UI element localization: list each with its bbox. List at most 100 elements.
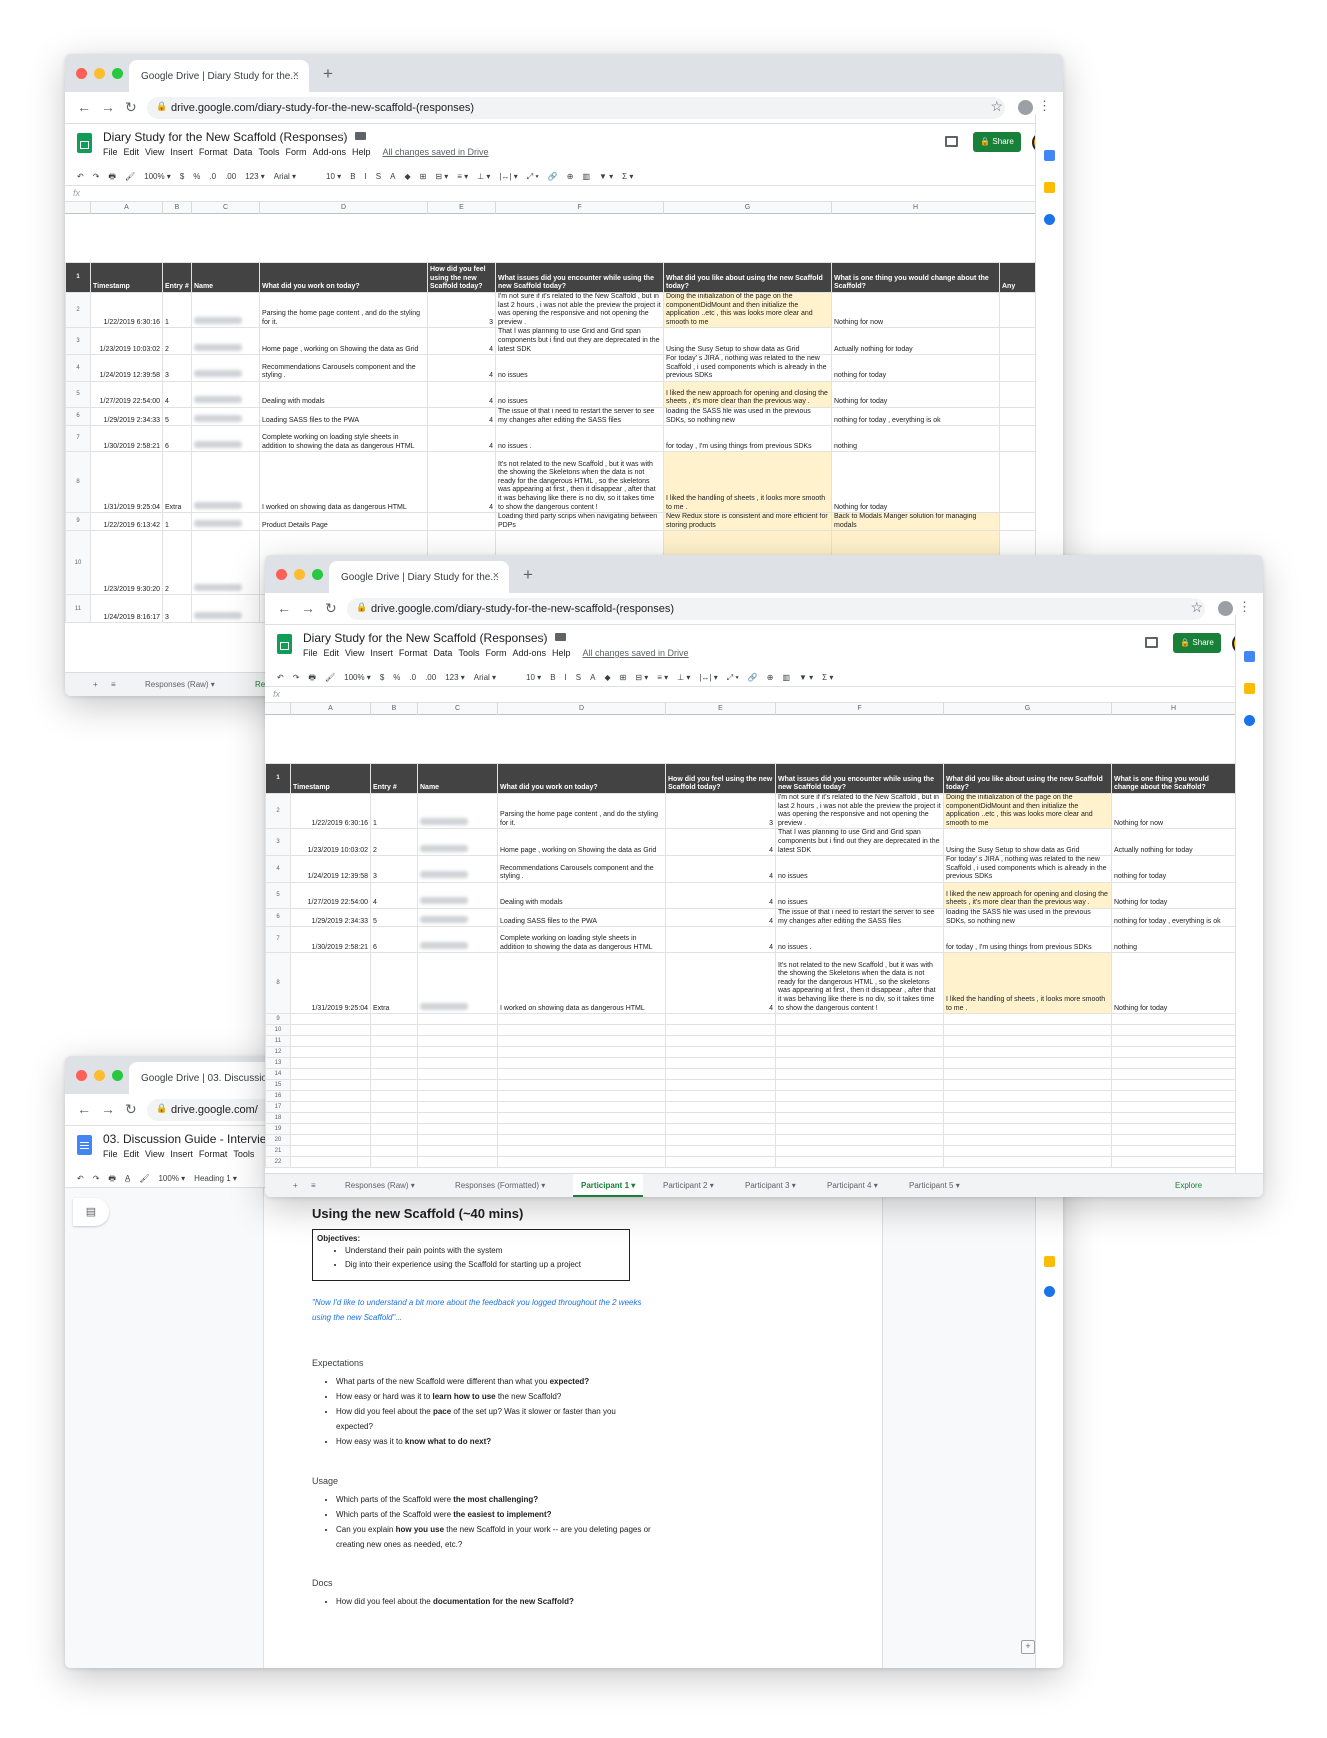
zoom-select[interactable]: 100% ▾ bbox=[344, 673, 371, 682]
feeling-cell[interactable]: 4 bbox=[427, 380, 496, 408]
timestamp-cell[interactable]: 1/30/2019 2:58:21 bbox=[290, 926, 371, 954]
liked-cell[interactable]: loading the SASS file was used in the pr… bbox=[663, 406, 832, 427]
sheets-logo-icon[interactable] bbox=[277, 634, 292, 654]
col-d[interactable]: D bbox=[259, 202, 427, 214]
empty-cell[interactable] bbox=[943, 1156, 1112, 1169]
liked-cell[interactable]: Doing the initialization of the page on … bbox=[943, 792, 1112, 830]
row-number[interactable]: 5 bbox=[265, 881, 291, 909]
header-cell[interactable]: How did you feel using the new Scaffold … bbox=[427, 262, 496, 293]
issues-cell[interactable]: no issues bbox=[775, 855, 944, 883]
empty-cell[interactable] bbox=[417, 1101, 498, 1114]
sheet-tab-participant-5[interactable]: Participant 5 ▾ bbox=[909, 1181, 960, 1190]
entry-cell[interactable]: 2 bbox=[162, 327, 192, 356]
feeling-cell[interactable]: 3 bbox=[665, 792, 776, 830]
url-field[interactable]: 🔒 drive.google.com/diary-study-for-the-ne… bbox=[147, 97, 1005, 119]
row-number[interactable]: 10 bbox=[265, 1024, 291, 1037]
header-cell[interactable]: What did you like about using the new Sc… bbox=[663, 262, 832, 293]
col-h[interactable]: H bbox=[831, 202, 999, 214]
empty-cell[interactable] bbox=[290, 1134, 371, 1147]
name-cell[interactable] bbox=[417, 828, 498, 857]
close-tab-icon[interactable]: × bbox=[293, 69, 299, 81]
empty-cell[interactable] bbox=[665, 1101, 776, 1114]
browser-tab[interactable]: Google Drive | Diary Study for the... × bbox=[129, 60, 309, 92]
empty-cell[interactable] bbox=[943, 1112, 1112, 1125]
issues-cell[interactable]: The issue of that i need to restart the … bbox=[775, 907, 944, 928]
file-title[interactable]: Diary Study for the New Scaffold (Respon… bbox=[303, 631, 548, 645]
col-a[interactable]: A bbox=[90, 202, 162, 214]
work-cell[interactable]: Dealing with modals bbox=[259, 380, 428, 408]
menu-tools[interactable]: Tools bbox=[258, 147, 279, 157]
empty-cell[interactable] bbox=[943, 1145, 1112, 1158]
file-title[interactable]: Diary Study for the New Scaffold (Respon… bbox=[103, 130, 348, 144]
empty-cell[interactable] bbox=[665, 1024, 776, 1037]
empty-cell[interactable] bbox=[775, 1068, 944, 1081]
change-cell[interactable]: Nothing for today bbox=[831, 451, 1000, 514]
print-icon[interactable]: 🖶 bbox=[308, 673, 316, 682]
valign-icon[interactable]: ⊥ ▾ bbox=[677, 673, 690, 682]
empty-cell[interactable] bbox=[370, 1079, 418, 1092]
col-e[interactable]: E bbox=[665, 703, 775, 715]
timestamp-cell[interactable]: 1/23/2019 10:03:02 bbox=[90, 327, 163, 356]
browser-tab[interactable]: Google Drive | Diary Study for the... × bbox=[329, 561, 509, 593]
print-icon[interactable]: 🖶 bbox=[108, 172, 116, 181]
issues-cell[interactable]: That I was planning to use Grid and Grid… bbox=[495, 327, 664, 356]
folder-icon[interactable] bbox=[355, 132, 366, 140]
issues-cell[interactable]: I'm not sure if it's related to the New … bbox=[495, 291, 664, 329]
liked-cell[interactable]: New Redux store is consistent and more e… bbox=[663, 512, 832, 532]
entry-cell[interactable]: 3 bbox=[162, 354, 192, 382]
change-cell[interactable]: nothing bbox=[1111, 926, 1236, 954]
empty-cell[interactable] bbox=[417, 1035, 498, 1048]
feeling-cell[interactable]: 4 bbox=[427, 425, 496, 453]
change-cell[interactable]: nothing bbox=[831, 425, 1000, 453]
formula-bar[interactable]: fx bbox=[265, 687, 1235, 703]
redo-icon[interactable]: ↷ bbox=[93, 172, 100, 181]
work-cell[interactable]: Recommendations Carousels component and … bbox=[497, 855, 666, 883]
reload-icon[interactable]: ↻ bbox=[125, 99, 137, 116]
chart-icon[interactable]: ▥ bbox=[582, 172, 590, 181]
feeling-cell[interactable]: 4 bbox=[665, 926, 776, 954]
empty-cell[interactable] bbox=[1111, 1024, 1236, 1037]
profile-icon[interactable] bbox=[1018, 100, 1033, 115]
empty-cell[interactable] bbox=[1111, 1156, 1236, 1169]
empty-cell[interactable] bbox=[665, 1090, 776, 1103]
row-number[interactable]: 8 bbox=[65, 451, 91, 514]
align-icon[interactable]: ≡ ▾ bbox=[657, 673, 668, 682]
forward-icon[interactable]: → bbox=[301, 600, 315, 616]
reload-icon[interactable]: ↻ bbox=[325, 600, 337, 617]
back-icon[interactable]: ← bbox=[77, 99, 91, 115]
number-format-select[interactable]: 123 ▾ bbox=[445, 673, 465, 682]
empty-cell[interactable] bbox=[497, 1068, 666, 1081]
star-icon[interactable]: ☆ bbox=[338, 131, 347, 142]
menu-tools[interactable]: Tools bbox=[233, 1149, 254, 1159]
empty-cell[interactable] bbox=[1111, 1013, 1236, 1026]
change-cell[interactable]: Nothing for today bbox=[831, 380, 1000, 408]
timestamp-cell[interactable]: 1/29/2019 2:34:33 bbox=[290, 907, 371, 928]
empty-cell[interactable] bbox=[665, 1134, 776, 1147]
calendar-icon[interactable] bbox=[1044, 150, 1055, 161]
work-cell[interactable]: Parsing the home page content , and do t… bbox=[497, 792, 666, 830]
any-cell[interactable] bbox=[999, 327, 1036, 356]
entry-cell[interactable]: 3 bbox=[162, 594, 192, 624]
work-cell[interactable]: Home page , working on Showing the data … bbox=[259, 327, 428, 356]
link-icon[interactable]: 🔗 bbox=[748, 673, 758, 682]
filter-icon[interactable]: ▼ ▾ bbox=[599, 172, 613, 181]
empty-cell[interactable] bbox=[497, 1079, 666, 1092]
row-number[interactable]: 2 bbox=[65, 291, 91, 329]
change-cell[interactable]: nothing for today , everything is ok bbox=[831, 406, 1000, 427]
empty-cell[interactable] bbox=[775, 1090, 944, 1103]
empty-cell[interactable] bbox=[943, 1123, 1112, 1136]
empty-cell[interactable] bbox=[1111, 1134, 1236, 1147]
menu-format[interactable]: Format bbox=[199, 147, 228, 157]
any-cell[interactable] bbox=[999, 291, 1036, 329]
number-format-select[interactable]: 123 ▾ bbox=[245, 172, 265, 181]
empty-cell[interactable] bbox=[943, 1024, 1112, 1037]
save-status[interactable]: All changes saved in Drive bbox=[383, 147, 489, 157]
feeling-cell[interactable]: 4 bbox=[427, 354, 496, 382]
liked-cell[interactable]: for today , I'm using things from previo… bbox=[943, 926, 1112, 954]
empty-cell[interactable] bbox=[417, 1079, 498, 1092]
window-controls[interactable] bbox=[276, 569, 323, 580]
entry-cell[interactable]: 1 bbox=[162, 291, 192, 329]
profile-icon[interactable] bbox=[1218, 601, 1233, 616]
feeling-cell[interactable]: 4 bbox=[427, 406, 496, 427]
any-cell[interactable] bbox=[999, 406, 1036, 427]
